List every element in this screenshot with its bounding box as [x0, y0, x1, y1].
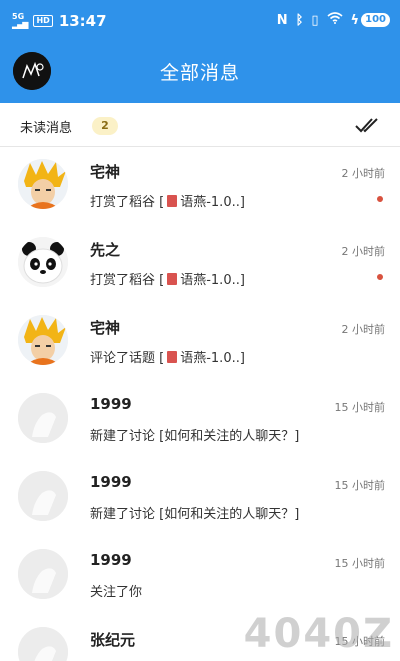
- sender-name: 先之: [90, 241, 121, 259]
- battery-level: 100: [361, 13, 390, 27]
- sender-name: 张纪元: [90, 631, 136, 649]
- unread-dot: [377, 274, 383, 280]
- bluetooth-icon: ᛒ: [295, 12, 304, 28]
- message-time: 2 小时前: [341, 323, 386, 336]
- bookmark-icon: [167, 351, 178, 363]
- message-item[interactable]: 1999 15 小时前 关注了你: [0, 537, 400, 615]
- default-avatar[interactable]: [18, 627, 68, 661]
- anime-avatar[interactable]: [18, 159, 68, 209]
- message-time: 15 小时前: [334, 479, 386, 492]
- message-text: 评论了话题 [语燕-1.0..]: [90, 351, 245, 366]
- panda-avatar[interactable]: [18, 237, 68, 287]
- wifi-icon: [327, 12, 343, 28]
- message-time: 15 小时前: [334, 401, 386, 414]
- message-item[interactable]: 宅神 2 小时前 评论了话题 [语燕-1.0..]: [0, 303, 400, 381]
- status-bar: 5G ▂▄▆ HD 13:47 N ᛒ ▯ ϟ 100: [0, 0, 400, 42]
- sender-name: 1999: [90, 551, 132, 569]
- hd-badge: HD: [33, 15, 53, 27]
- message-item[interactable]: 1999 15 小时前 新建了讨论 [如何和关注的人聊天？]: [0, 459, 400, 537]
- status-time: 13:47: [58, 12, 107, 30]
- signal-icon: 5G ▂▄▆: [12, 12, 29, 29]
- unread-count-badge: 2: [92, 117, 118, 135]
- site-watermark: 4040Z: [243, 611, 394, 657]
- default-avatar[interactable]: [18, 549, 68, 599]
- message-time: 2 小时前: [341, 245, 386, 258]
- sender-name: 宅神: [90, 319, 121, 337]
- message-text: 打赏了稻谷 [语燕-1.0..]: [90, 195, 245, 210]
- bookmark-icon: [167, 273, 178, 285]
- battery-indicator: ϟ 100: [351, 13, 390, 28]
- vibrate-icon: ▯: [311, 12, 319, 28]
- unread-label: 未读消息: [20, 121, 73, 136]
- message-text: 新建了讨论 [如何和关注的人聊天？]: [90, 507, 300, 522]
- page-title: 全部消息: [159, 62, 240, 84]
- sender-name: 1999: [90, 473, 132, 491]
- nfc-icon: N: [276, 12, 288, 28]
- default-avatar[interactable]: [18, 471, 68, 521]
- double-check-icon[interactable]: [354, 115, 380, 135]
- message-item[interactable]: 宅神 2 小时前 打赏了稻谷 [语燕-1.0..]: [0, 147, 400, 225]
- message-item[interactable]: 1999 15 小时前 新建了讨论 [如何和关注的人聊天？]: [0, 381, 400, 459]
- message-text: 新建了讨论 [如何和关注的人聊天？]: [90, 429, 300, 444]
- message-item[interactable]: 先之 2 小时前 打赏了稻谷 [语燕-1.0..]: [0, 225, 400, 303]
- unread-filter-bar[interactable]: 未读消息 2: [0, 103, 400, 147]
- message-text: 打赏了稻谷 [语燕-1.0..]: [90, 273, 245, 288]
- message-time: 2 小时前: [341, 167, 386, 180]
- sender-name: 宅神: [90, 163, 121, 181]
- default-avatar[interactable]: [18, 393, 68, 443]
- message-text: 关注了你: [90, 585, 143, 600]
- bookmark-icon: [167, 195, 178, 207]
- charging-icon: ϟ: [350, 12, 360, 28]
- unread-dot: [377, 196, 383, 202]
- app-header: 5G ▂▄▆ HD 13:47 N ᛒ ▯ ϟ 100 全部消息: [0, 0, 400, 103]
- anime-avatar[interactable]: [18, 315, 68, 365]
- message-time: 15 小时前: [334, 557, 386, 570]
- sender-name: 1999: [90, 395, 132, 413]
